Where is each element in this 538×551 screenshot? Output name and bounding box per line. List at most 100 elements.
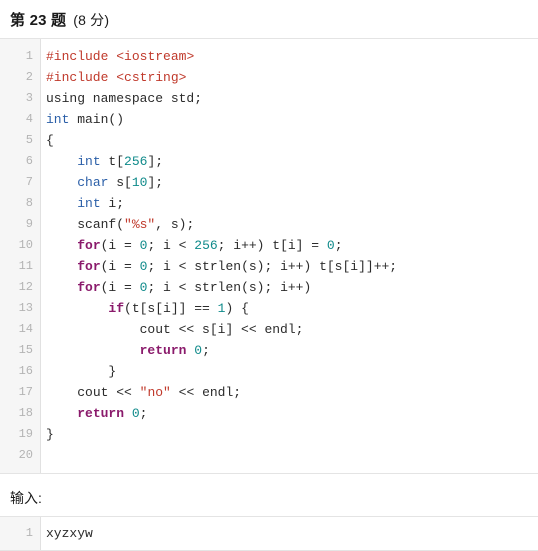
line-number: 7 (25, 175, 33, 189)
code-text: scanf( (77, 217, 125, 232)
number-literal: 256 (194, 238, 218, 253)
code-text: ; i++) t[i] = (217, 238, 327, 253)
code-line: cout << "no" << endl; (46, 382, 538, 403)
string-literal: "%s" (124, 217, 156, 232)
code-line: int i; (46, 193, 538, 214)
line-number: 16 (18, 364, 33, 378)
code-text: ; (139, 406, 148, 421)
keyword-for: for (77, 259, 101, 274)
code-line: } (46, 424, 538, 445)
number-literal: 256 (124, 154, 148, 169)
code-text: t[ (100, 154, 125, 169)
string-literal: "no" (139, 385, 171, 400)
code-text: ; i < strlen(s); i++) t[s[i]]++; (147, 259, 398, 274)
code-text: (i = (100, 280, 140, 295)
code-line: for(i = 0; i < strlen(s); i++) t[s[i]]++… (46, 256, 538, 277)
code-line: for(i = 0; i < strlen(s); i++) (46, 277, 538, 298)
question-score: (8 分) (73, 12, 110, 28)
code-line: return 0; (46, 403, 538, 424)
code-text: ; (202, 343, 210, 358)
code-line: return 0; (46, 340, 538, 361)
code-text: s[ (108, 175, 132, 190)
code-text: << endl; (170, 385, 242, 400)
preprocessor-directive: #include (46, 70, 109, 85)
code-line: char s[10]; (46, 172, 538, 193)
line-number: 11 (18, 259, 33, 273)
code-text: ]; (147, 175, 164, 190)
input-section-label: 输入: (10, 490, 42, 506)
code-text: using namespace std; (46, 91, 203, 106)
code-text: (i = (100, 259, 140, 274)
type-keyword: char (77, 175, 109, 190)
code-text: ; (334, 238, 343, 253)
line-number: 6 (25, 154, 33, 168)
line-number: 17 (18, 385, 33, 399)
include-header: <iostream> (116, 49, 195, 64)
code-line: scanf("%s", s); (46, 214, 538, 235)
code-text: ]; (147, 154, 164, 169)
code-line: for(i = 0; i < 256; i++) t[i] = 0; (46, 235, 538, 256)
code-content[interactable]: #include <iostream> #include <cstring> u… (41, 39, 538, 473)
line-number: 1 (25, 49, 33, 63)
code-text: ) { (225, 301, 249, 316)
page-title: 第 23 题 (8 分) (0, 0, 538, 30)
keyword-return: return (139, 343, 187, 358)
code-line: } (46, 361, 538, 382)
code-line: #include <iostream> (46, 46, 538, 67)
number-literal: 0 (326, 238, 335, 253)
input-line-number-gutter: 1 (0, 517, 41, 550)
code-text: main() (69, 112, 125, 127)
line-number: 18 (18, 406, 33, 420)
code-line: cout << s[i] << endl; (46, 319, 538, 340)
code-text: , s); (155, 217, 195, 232)
line-number: 14 (18, 322, 33, 336)
line-number: 3 (25, 91, 33, 105)
type-keyword: int (46, 112, 70, 127)
input-code-block: 1 xyzxyw (0, 516, 538, 551)
code-text: (t[s[i]] == (124, 301, 218, 316)
code-line: int t[256]; (46, 151, 538, 172)
number-literal: 0 (131, 406, 140, 421)
line-number: 8 (25, 196, 33, 210)
input-content[interactable]: xyzxyw (41, 517, 538, 550)
keyword-for: for (77, 280, 101, 295)
code-line-number-gutter: 1 2 3 4 5 6 7 8 9 10 11 12 13 14 15 16 1… (0, 39, 41, 473)
line-number: 4 (25, 112, 33, 126)
line-number: 10 (18, 238, 33, 252)
line-number: 1 (25, 526, 33, 540)
include-header: <cstring> (116, 70, 187, 85)
code-text: } (46, 427, 54, 442)
line-number: 9 (25, 217, 33, 231)
code-text: { (46, 133, 54, 148)
number-literal: 0 (194, 343, 203, 358)
preprocessor-directive: #include (46, 49, 109, 64)
code-block: 1 2 3 4 5 6 7 8 9 10 11 12 13 14 15 16 1… (0, 38, 538, 474)
code-text: cout << s[i] << endl; (139, 322, 304, 337)
code-line: int main() (46, 109, 538, 130)
line-number: 5 (25, 133, 33, 147)
line-number: 12 (18, 280, 33, 294)
line-number: 20 (18, 448, 33, 462)
code-text: i; (100, 196, 125, 211)
code-line: if(t[s[i]] == 1) { (46, 298, 538, 319)
code-line: { (46, 130, 538, 151)
type-keyword: int (77, 196, 101, 211)
keyword-return: return (77, 406, 125, 421)
code-text: (i = (100, 238, 140, 253)
type-keyword: int (77, 154, 101, 169)
code-text: } (108, 364, 117, 379)
keyword-if: if (108, 301, 125, 316)
